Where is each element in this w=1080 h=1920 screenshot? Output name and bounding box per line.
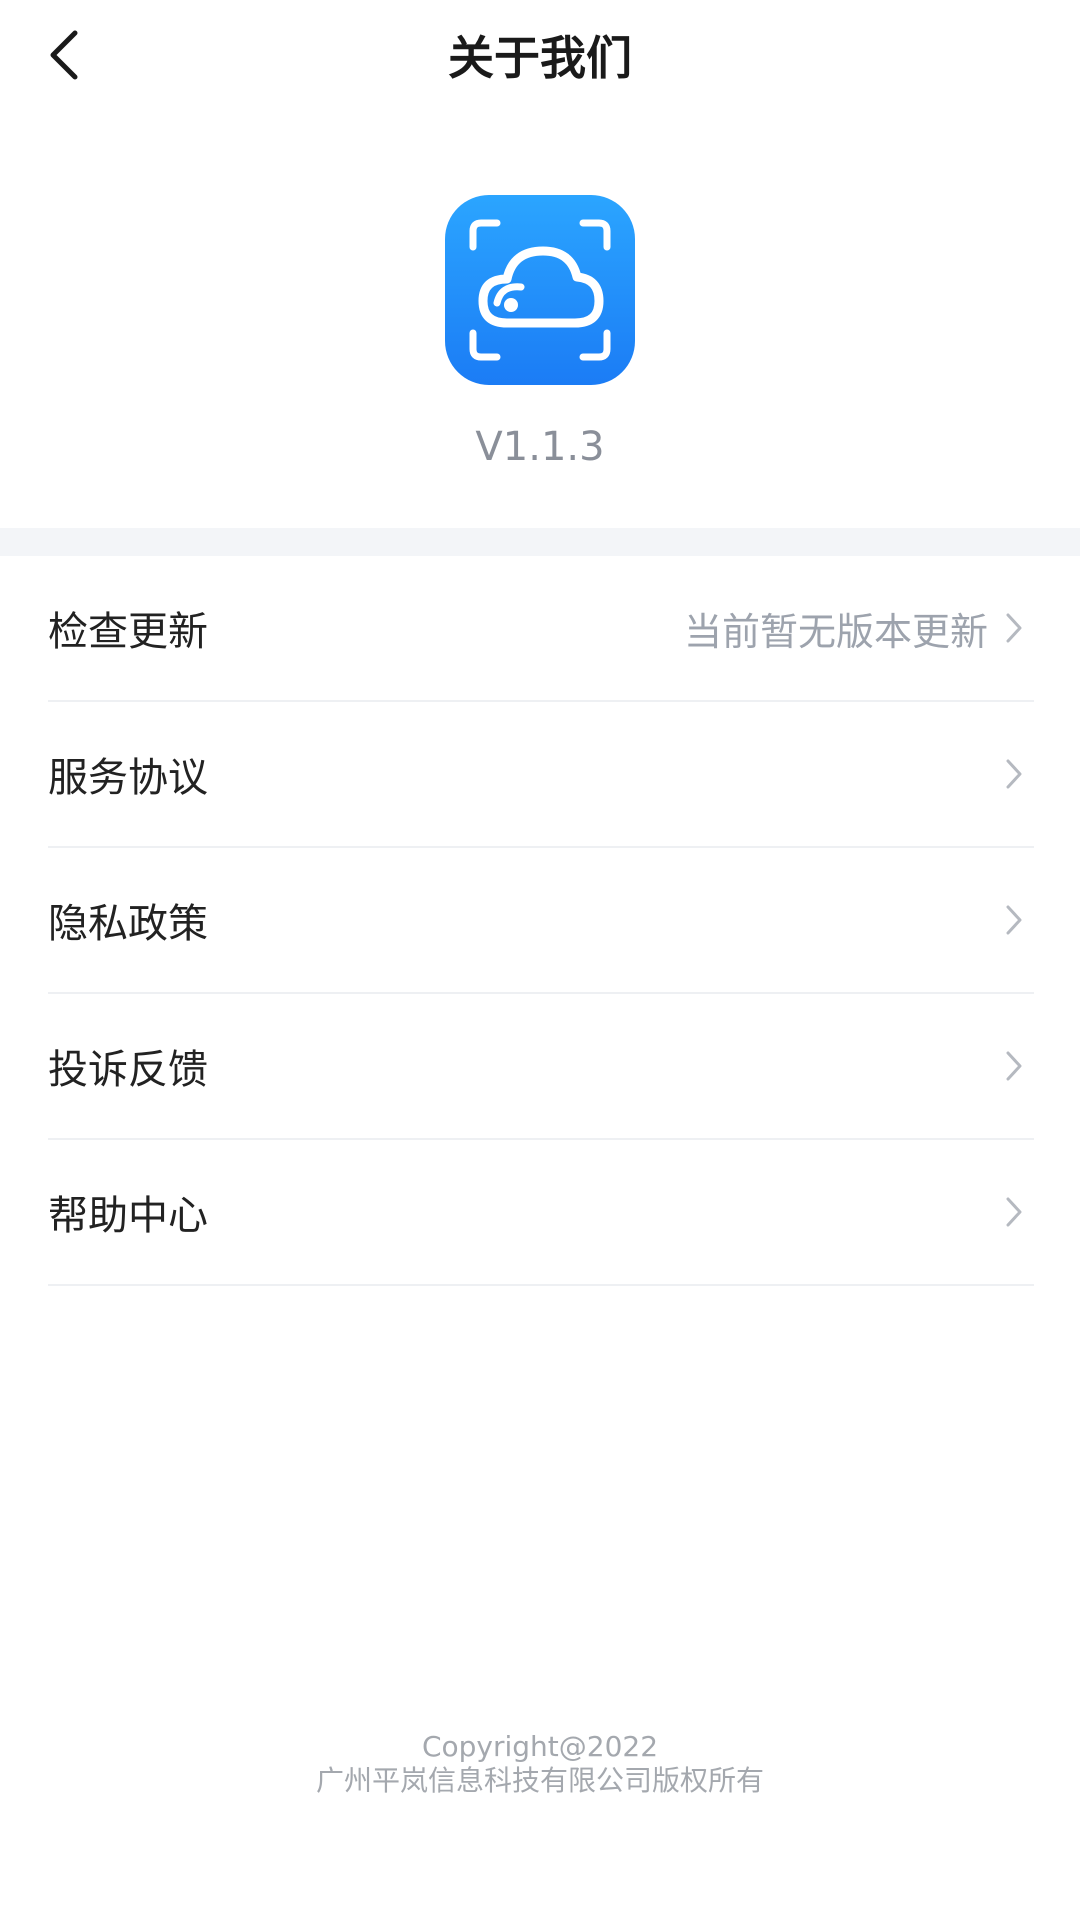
menu-item-feedback[interactable]: 投诉反馈 [48, 994, 1034, 1140]
page-title: 关于我们 [448, 31, 632, 85]
chevron-right-icon [1004, 1046, 1028, 1086]
menu-item-label: 检查更新 [48, 609, 208, 655]
nav-bar: 关于我们 [0, 0, 1080, 120]
cloud-scan-app-icon [445, 195, 635, 385]
menu-item-label: 帮助中心 [48, 1193, 208, 1239]
section-divider [0, 528, 1080, 556]
menu-list: 检查更新 当前暂无版本更新 服务协议 隐私政策 投诉反馈 帮助中心 [48, 556, 1034, 1286]
menu-item-help-center[interactable]: 帮助中心 [48, 1140, 1034, 1286]
about-page: 关于我们 V1.1.3 检查更新 当前暂无版本更新 服务协议 隐私政策 投诉反馈… [0, 0, 1080, 1920]
footer: Copyright@2022 广州平岚信息科技有限公司版权所有 [0, 1730, 1080, 1798]
chevron-right-icon [1004, 754, 1028, 794]
menu-item-label: 服务协议 [48, 755, 208, 801]
menu-item-label: 隐私政策 [48, 901, 208, 947]
menu-item-label: 投诉反馈 [48, 1047, 208, 1093]
company-text: 广州平岚信息科技有限公司版权所有 [315, 1764, 764, 1797]
chevron-right-icon [1004, 608, 1028, 648]
update-status-text: 当前暂无版本更新 [683, 609, 988, 654]
chevron-right-icon [1004, 1192, 1028, 1232]
menu-item-service-agreement[interactable]: 服务协议 [48, 702, 1034, 848]
chevron-right-icon [1004, 900, 1028, 940]
copyright-text: Copyright@2022 [421, 1730, 659, 1763]
app-version: V1.1.3 [475, 424, 605, 470]
menu-item-check-update[interactable]: 检查更新 当前暂无版本更新 [48, 556, 1034, 702]
menu-item-privacy-policy[interactable]: 隐私政策 [48, 848, 1034, 994]
